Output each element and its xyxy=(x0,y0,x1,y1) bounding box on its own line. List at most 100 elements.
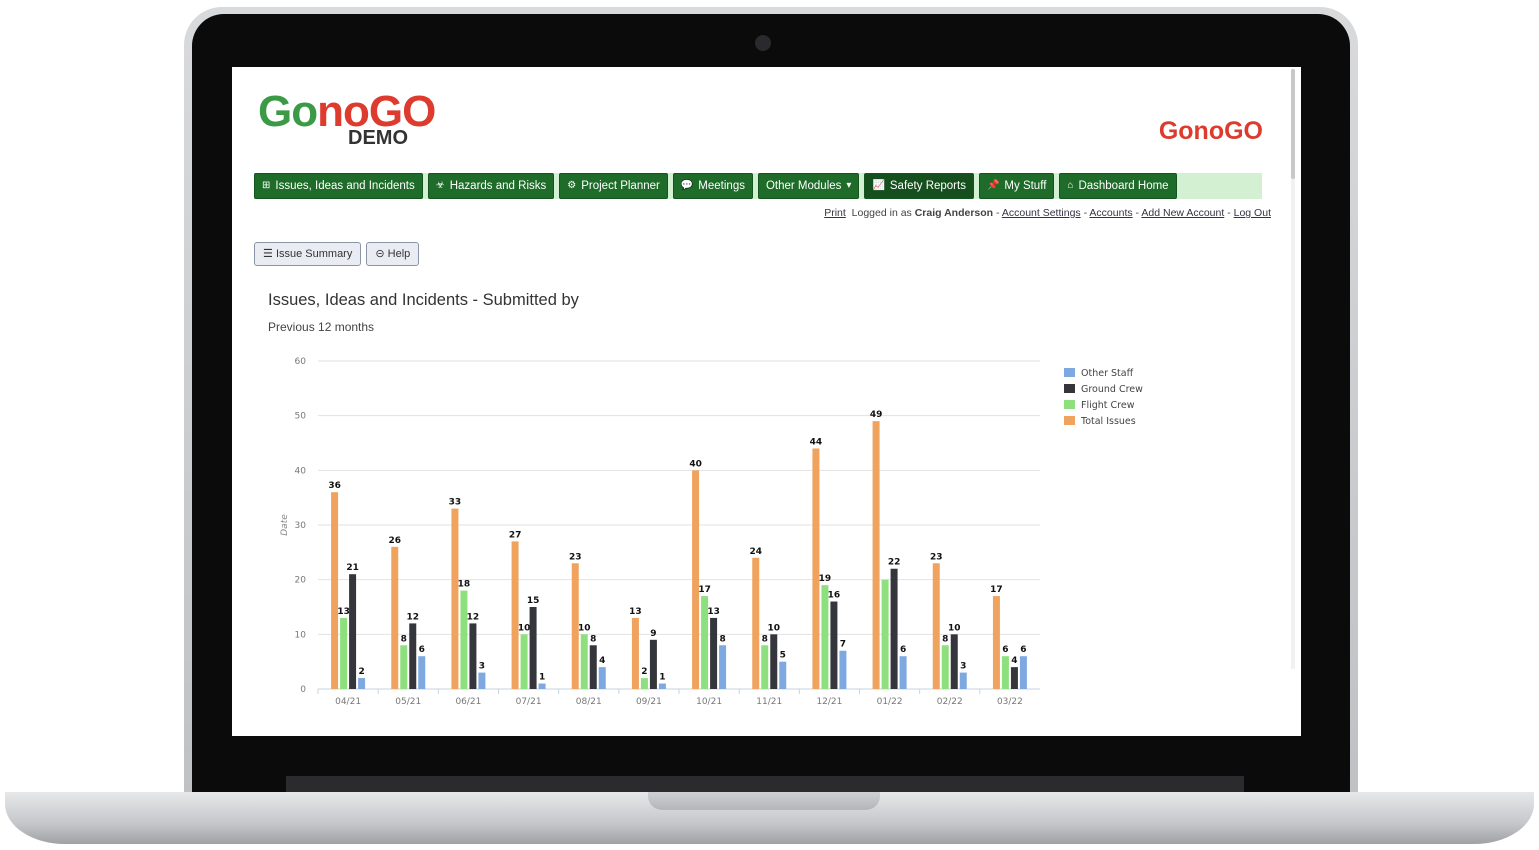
data-label: 8 xyxy=(762,634,768,644)
bar-flight-crew xyxy=(761,645,769,689)
x-tick-label: 03/22 xyxy=(997,697,1023,707)
legend-swatch xyxy=(1064,416,1075,425)
bar-total-issues xyxy=(631,617,639,689)
bar-flight-crew xyxy=(640,678,648,689)
bar-other-staff xyxy=(959,672,967,689)
data-label: 12 xyxy=(467,612,480,622)
data-label: 27 xyxy=(509,530,522,540)
bar-total-issues xyxy=(752,557,760,689)
x-tick-label: 02/22 xyxy=(937,697,963,707)
data-label: 6 xyxy=(1002,645,1008,655)
bar-ground-crew xyxy=(950,634,958,689)
bar-flight-crew xyxy=(1001,656,1009,689)
bar-ground-crew xyxy=(1010,667,1018,689)
bar-flight-crew xyxy=(520,634,528,689)
legend-swatch xyxy=(1064,368,1075,377)
data-label: 5 xyxy=(780,651,786,661)
bar-flight-crew xyxy=(460,590,468,689)
data-label: 1 xyxy=(539,673,545,683)
y-tick-label: 0 xyxy=(300,685,306,695)
data-label: 7 xyxy=(840,640,846,650)
bar-ground-crew xyxy=(649,639,657,689)
data-label: 8 xyxy=(942,634,948,644)
bar-other-staff xyxy=(658,683,666,689)
x-tick-label: 06/21 xyxy=(455,697,481,707)
data-label: 3 xyxy=(960,662,966,672)
data-label: 44 xyxy=(810,437,823,447)
data-label: 10 xyxy=(518,623,531,633)
bar-total-issues xyxy=(812,448,820,689)
legend-swatch xyxy=(1064,384,1075,393)
bar-total-issues xyxy=(992,596,1000,689)
y-tick-label: 30 xyxy=(295,521,307,531)
x-tick-label: 05/21 xyxy=(395,697,421,707)
data-label: 2 xyxy=(641,667,647,677)
bar-other-staff xyxy=(418,656,426,689)
bar-ground-crew xyxy=(529,607,537,689)
bar-flight-crew xyxy=(881,579,889,689)
data-label: 18 xyxy=(458,580,471,590)
data-label: 26 xyxy=(388,536,401,546)
data-label: 22 xyxy=(888,558,901,568)
bar-other-staff xyxy=(358,678,366,689)
data-label: 13 xyxy=(337,607,350,617)
legend-item: Ground Crew xyxy=(1081,384,1143,395)
data-label: 8 xyxy=(590,634,596,644)
bar-total-issues xyxy=(331,492,339,689)
data-label: 2 xyxy=(358,667,364,677)
bar-total-issues xyxy=(872,421,880,689)
x-tick-label: 08/21 xyxy=(576,697,602,707)
data-label: 12 xyxy=(406,612,419,622)
bar-other-staff xyxy=(478,672,486,689)
data-label: 13 xyxy=(629,607,642,617)
data-label: 15 xyxy=(527,596,540,606)
data-label: 23 xyxy=(930,552,943,562)
legend-swatch xyxy=(1064,400,1075,409)
bar-flight-crew xyxy=(400,645,408,689)
data-label: 6 xyxy=(419,645,425,655)
bar-other-staff xyxy=(779,661,787,689)
bar-chart: 0102030405060Date04/21361321205/21268126… xyxy=(280,357,1143,707)
legend-item: Total Issues xyxy=(1080,416,1136,427)
data-label: 3 xyxy=(479,662,485,672)
data-label: 6 xyxy=(900,645,906,655)
data-label: 4 xyxy=(1011,656,1017,666)
data-label: 10 xyxy=(767,623,780,633)
bar-ground-crew xyxy=(710,617,718,689)
bar-ground-crew xyxy=(409,623,417,689)
data-label: 49 xyxy=(870,410,883,420)
x-tick-label: 11/21 xyxy=(756,697,782,707)
data-label: 21 xyxy=(346,563,359,573)
screen: GonoGO DEMO GonoGO ⊞ Issues, Ideas and In… xyxy=(232,67,1301,736)
data-label: 19 xyxy=(819,574,832,584)
y-axis-label: Date xyxy=(280,514,290,536)
bar-total-issues xyxy=(511,541,519,689)
data-label: 6 xyxy=(1020,645,1026,655)
camera xyxy=(755,35,771,51)
data-label: 9 xyxy=(650,629,656,639)
bar-ground-crew xyxy=(469,623,477,689)
data-label: 13 xyxy=(707,607,720,617)
bar-other-staff xyxy=(1019,656,1027,689)
legend-item: Flight Crew xyxy=(1081,400,1135,411)
x-tick-label: 10/21 xyxy=(696,697,722,707)
data-label: 33 xyxy=(449,498,462,508)
bar-ground-crew xyxy=(349,574,357,689)
bar-other-staff xyxy=(839,650,847,689)
bar-other-staff xyxy=(719,645,727,689)
data-label: 40 xyxy=(689,459,702,469)
bar-ground-crew xyxy=(830,601,838,689)
x-tick-label: 04/21 xyxy=(335,697,361,707)
x-tick-label: 09/21 xyxy=(636,697,662,707)
y-tick-label: 20 xyxy=(295,576,307,586)
bar-other-staff xyxy=(538,683,546,689)
laptop-hinge xyxy=(286,776,1244,792)
bar-ground-crew xyxy=(770,634,778,689)
bar-flight-crew xyxy=(340,617,348,689)
bar-flight-crew xyxy=(941,645,949,689)
y-tick-label: 50 xyxy=(295,412,307,422)
data-label: 17 xyxy=(698,585,711,595)
x-tick-label: 12/21 xyxy=(816,697,842,707)
data-label: 4 xyxy=(599,656,605,666)
bar-other-staff xyxy=(598,667,606,689)
